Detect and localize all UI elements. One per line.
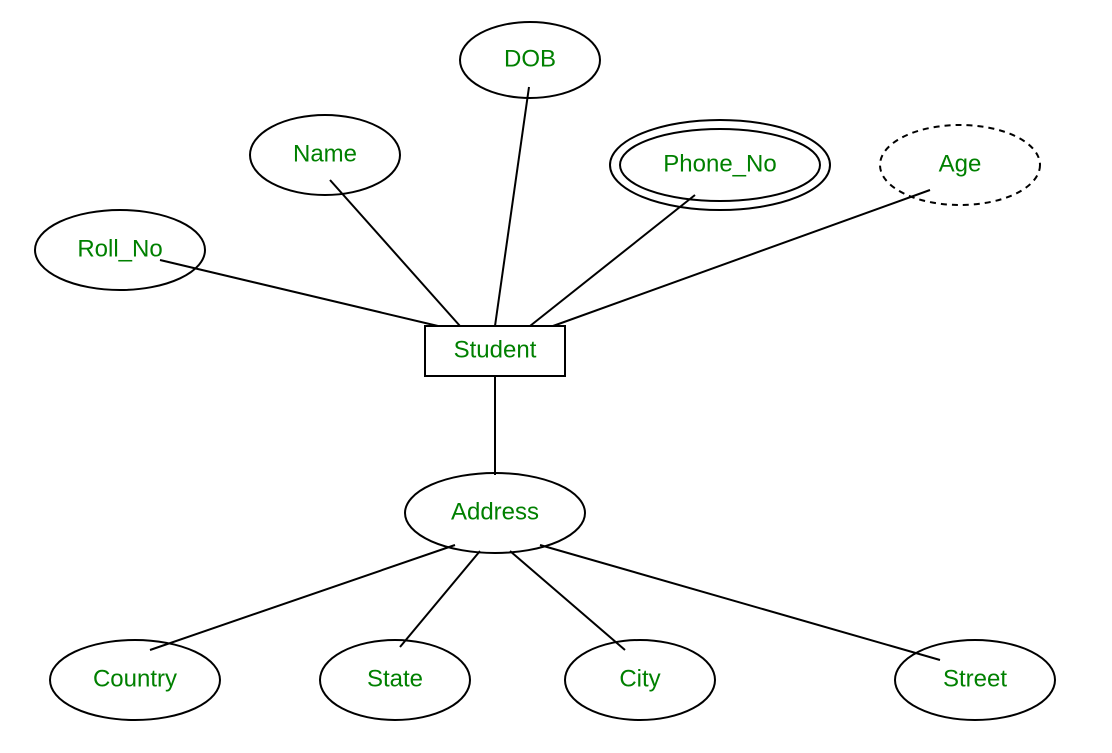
subattr-street-label: Street [943,665,1007,692]
subattr-city-label: City [619,665,660,692]
attr-name-label: Name [293,140,357,167]
attr-age-label: Age [939,150,982,177]
edge-address-country [150,545,455,650]
attr-rollno-label: Roll_No [77,235,162,262]
edge-address-state [400,551,480,647]
edge-student-dob [495,87,529,326]
edge-student-age [553,190,930,326]
attr-phone-label: Phone_No [663,150,776,177]
edge-student-phone [530,195,695,326]
edge-address-street [540,545,940,660]
attr-address-label: Address [451,498,539,525]
edge-student-rollno [160,260,438,326]
subattr-country-label: Country [93,665,177,692]
attr-dob-label: DOB [504,45,556,72]
er-diagram: Student Roll_No Name DOB Phone_No Age Ad… [0,0,1112,753]
subattr-state-label: State [367,665,423,692]
edge-address-city [510,551,625,650]
entity-student-label: Student [454,336,537,363]
